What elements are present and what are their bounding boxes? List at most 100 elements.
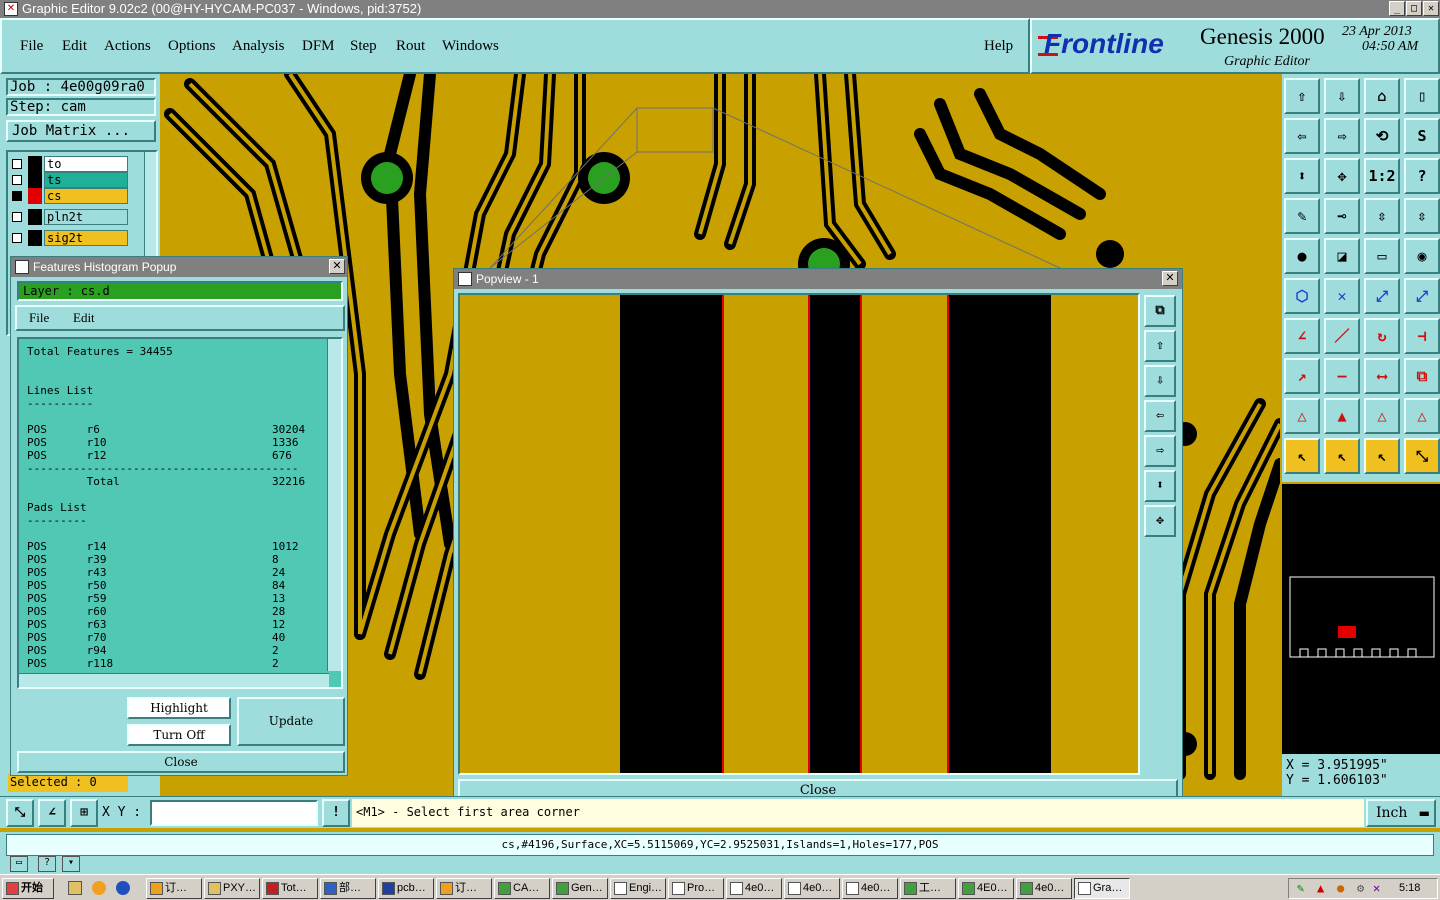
taskbar-item[interactable]: Tot… (262, 878, 318, 899)
layer-row-cs[interactable]: cs (10, 188, 128, 204)
pan-right-icon[interactable]: ⇨ (1144, 435, 1176, 467)
taskbar-item[interactable]: 4e0… (842, 878, 898, 899)
layer-down-icon[interactable]: ⇳ (1404, 198, 1440, 234)
taskbar-item[interactable]: 工… (900, 878, 956, 899)
center-icon[interactable]: ✥ (1324, 158, 1360, 194)
delete-icon[interactable]: ✕ (1324, 278, 1360, 314)
probe-icon[interactable]: ⊸ (1324, 198, 1360, 234)
layer-up-icon[interactable]: ⇳ (1364, 198, 1400, 234)
pan-left-icon[interactable]: ⇦ (1144, 400, 1176, 432)
start-button[interactable]: 开始 (2, 878, 54, 899)
overview-map[interactable] (1282, 484, 1440, 754)
histogram-close-button[interactable]: Close (17, 751, 345, 773)
menu-windows[interactable]: Windows (442, 38, 499, 55)
query-icon[interactable]: ? (1404, 158, 1440, 194)
histogram-menu-file[interactable]: File (29, 310, 49, 326)
dash-icon[interactable]: — (1324, 358, 1360, 394)
layer-checkbox[interactable] (12, 159, 22, 169)
update-button[interactable]: Update (237, 697, 345, 746)
fit-icon[interactable]: ⬍ (1284, 158, 1320, 194)
layer-checkbox[interactable] (12, 175, 22, 185)
histogram-close-icon[interactable]: ✕ (329, 259, 345, 274)
histogram-menu-edit[interactable]: Edit (73, 310, 95, 326)
popview-canvas[interactable] (458, 293, 1140, 775)
measure-icon[interactable]: ∠ (38, 799, 66, 827)
menu-edit[interactable]: Edit (62, 38, 87, 55)
home-icon[interactable]: ⌂ (1364, 78, 1400, 114)
open-icon[interactable]: ⇧ (1284, 78, 1320, 114)
layer-checkbox[interactable] (12, 191, 22, 201)
text-icon[interactable]: △ (1404, 398, 1440, 434)
taskbar-item[interactable]: CA… (494, 878, 550, 899)
layer-row-ts[interactable]: ts (10, 172, 128, 188)
arc-icon[interactable]: △ (1364, 398, 1400, 434)
taskbar-item[interactable]: Engi… (610, 878, 666, 899)
copy-icon[interactable]: ⤢ (1404, 278, 1440, 314)
xy-input[interactable] (150, 800, 318, 826)
center-icon[interactable]: ✥ (1144, 505, 1176, 537)
zoom-area-icon[interactable]: ⤡ (6, 799, 34, 827)
peak-icon[interactable]: ▲ (1324, 398, 1360, 434)
layer-row-pln2t[interactable]: pln2t (10, 209, 128, 225)
target-icon[interactable]: ◉ (1404, 238, 1440, 274)
line-icon[interactable]: ／ (1324, 318, 1360, 354)
zoom-ratio-icon[interactable]: 1:2 (1364, 158, 1400, 194)
node-icon[interactable]: ⬡ (1284, 278, 1320, 314)
rotate-icon[interactable]: ↻ (1364, 318, 1400, 354)
histogram-vscrollbar[interactable] (327, 339, 341, 671)
minimize-button[interactable]: _ (1389, 1, 1405, 16)
ruler-icon[interactable]: ▭ (1364, 238, 1400, 274)
triangle-icon[interactable]: △ (1284, 398, 1320, 434)
expand-icon[interactable]: ▾ (62, 856, 80, 872)
dimension-icon[interactable]: ⟷ (1364, 358, 1400, 394)
pad-icon[interactable]: ● (1284, 238, 1320, 274)
angle-icon[interactable]: ∠ (1284, 318, 1320, 354)
layer-row-to[interactable]: to (10, 156, 128, 172)
taskbar-item[interactable]: PXY… (204, 878, 260, 899)
pen-icon[interactable]: ✎ (1284, 198, 1320, 234)
info-icon[interactable]: ! (322, 799, 350, 827)
pan-right-icon[interactable]: ⇨ (1324, 118, 1360, 154)
quicklaunch-icon[interactable] (116, 881, 130, 895)
group-icon[interactable]: ⧉ (1404, 358, 1440, 394)
snap-icon[interactable]: S (1404, 118, 1440, 154)
tray-icon[interactable]: ✎ (1297, 881, 1304, 895)
maximize-button[interactable]: □ (1406, 1, 1422, 16)
highlight-button[interactable]: Highlight (127, 697, 231, 719)
menu-dfm[interactable]: DFM (302, 38, 335, 55)
align-icon[interactable]: ⊣ (1404, 318, 1440, 354)
taskbar-item[interactable]: 4e0… (726, 878, 782, 899)
quicklaunch-icon[interactable] (68, 881, 82, 895)
arrow-icon[interactable]: ↗ (1284, 358, 1320, 394)
taskbar-item[interactable]: 订… (436, 878, 492, 899)
color-icon[interactable]: ◪ (1324, 238, 1360, 274)
pan-up-icon[interactable]: ⇧ (1144, 330, 1176, 362)
turn-off-button[interactable]: Turn Off (127, 724, 231, 746)
menu-step[interactable]: Step (350, 38, 377, 55)
taskbar-item[interactable]: 部… (320, 878, 376, 899)
histogram-hscrollbar[interactable] (19, 673, 329, 687)
close-window-button[interactable]: ✕ (1423, 1, 1439, 16)
fit-icon[interactable]: ⬍ (1144, 470, 1176, 502)
menu-rout[interactable]: Rout (396, 38, 425, 55)
taskbar-item[interactable]: 订… (146, 878, 202, 899)
layer-checkbox[interactable] (12, 212, 22, 222)
pick-icon[interactable]: ↖ (1364, 438, 1400, 474)
taskbar-item[interactable]: 4E0… (958, 878, 1014, 899)
pan-down-icon[interactable]: ⇩ (1144, 365, 1176, 397)
select-icon[interactable]: ↖ (1324, 438, 1360, 474)
zoom-in-icon[interactable]: ⧉ (1144, 295, 1176, 327)
histogram-text-area[interactable]: Total Features = 34455 Lines List --------… (17, 337, 343, 689)
menu-actions[interactable]: Actions (104, 38, 151, 55)
layer-row-sig2t[interactable]: sig2t (10, 230, 128, 246)
undo-icon[interactable]: ⟲ (1364, 118, 1400, 154)
menu-help[interactable]: Help (984, 38, 1013, 55)
move-icon[interactable]: ⤢ (1364, 278, 1400, 314)
save-icon[interactable]: ⇩ (1324, 78, 1360, 114)
pointer-icon[interactable]: ↖ (1284, 438, 1320, 474)
tray-icon[interactable]: ● (1337, 881, 1344, 895)
tray-icon[interactable]: ⚙ (1357, 881, 1364, 895)
grid-icon[interactable]: ⊞ (70, 799, 98, 827)
menu-options[interactable]: Options (168, 38, 216, 55)
menu-file[interactable]: File (20, 38, 43, 55)
